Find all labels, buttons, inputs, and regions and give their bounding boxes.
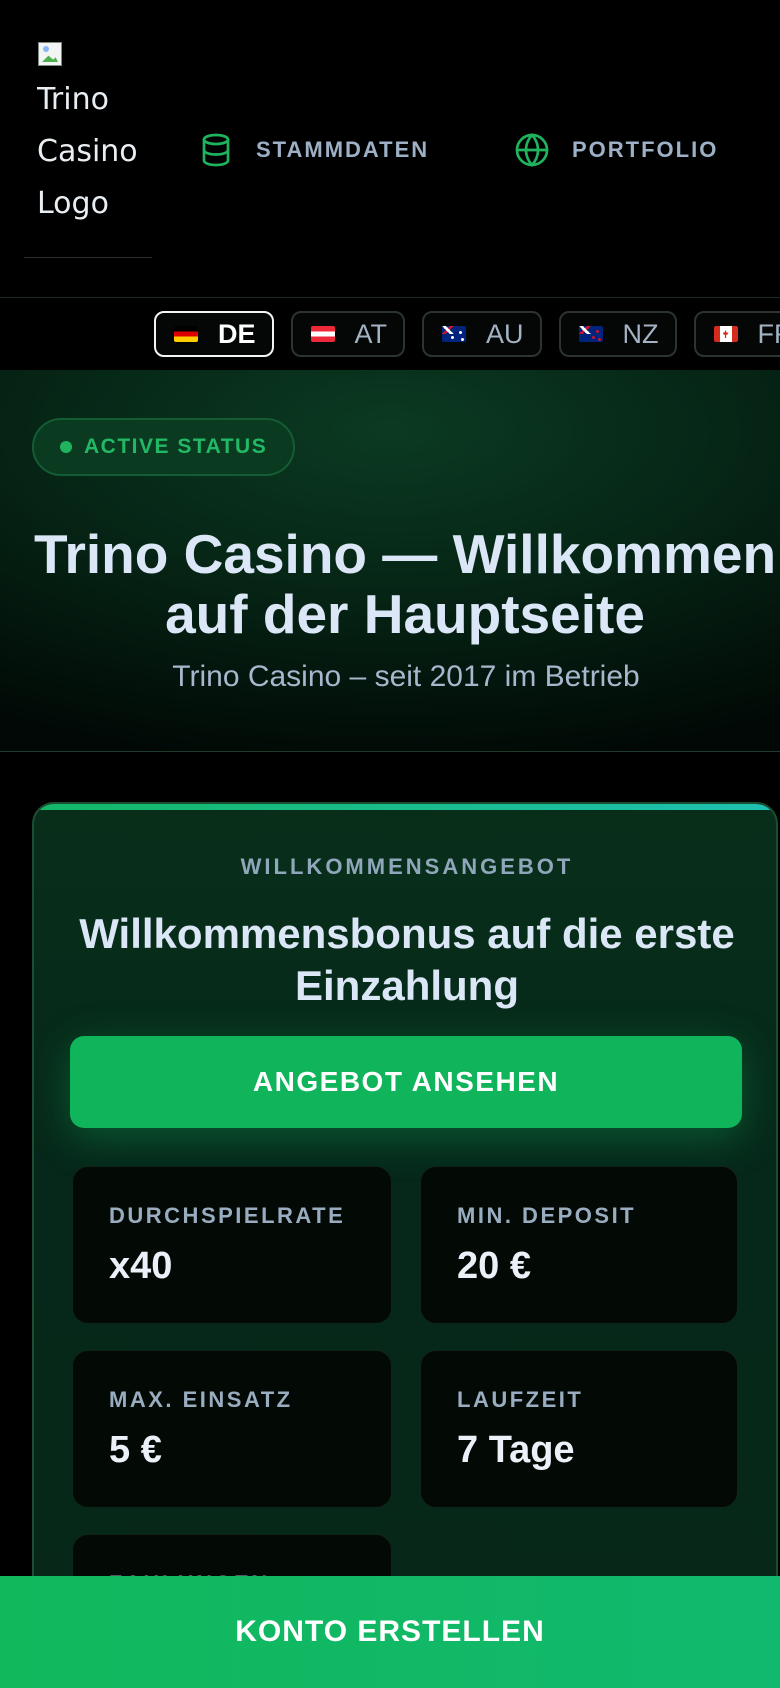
- stat-label: MIN. DEPOSIT: [457, 1203, 637, 1228]
- country-code: AT: [354, 318, 388, 349]
- nav-portfolio-label: PORTFOLIO: [572, 137, 719, 162]
- stat-label: LAUFZEIT: [457, 1387, 584, 1412]
- stat-wagering: DURCHSPIELRATE x40: [72, 1166, 392, 1324]
- broken-image-icon: [36, 40, 68, 72]
- stat-duration: LAUFZEIT 7 Tage: [420, 1350, 738, 1508]
- germany-flag-icon: [174, 326, 198, 342]
- logo-alt-text: Trino Casino Logo: [37, 82, 138, 221]
- page-subtitle: Trino Casino – seit 2017 im Betrieb: [172, 660, 640, 693]
- country-pill-nz[interactable]: NZ: [558, 311, 677, 357]
- site-header: Trino Casino Logo STAMMDATEN PORTFOLIO: [0, 0, 780, 298]
- view-offer-button[interactable]: ANGEBOT ANSEHEN: [70, 1036, 742, 1128]
- country-switcher: DE AT AU NZ FR: [0, 298, 780, 370]
- country-code: NZ: [622, 318, 659, 349]
- country-code: AU: [486, 318, 524, 349]
- new-zealand-flag-icon: [578, 326, 603, 342]
- page-title: Trino Casino — Willkommen auf der Haupts…: [33, 523, 777, 645]
- country-code: DE: [218, 318, 256, 349]
- stat-value: x40: [109, 1245, 173, 1287]
- create-account-label: KONTO ERSTELLEN: [235, 1615, 545, 1648]
- stat-min-deposit: MIN. DEPOSIT 20 €: [420, 1166, 738, 1324]
- stat-label: MAX. EINSATZ: [109, 1387, 293, 1412]
- nav-stammdaten-label: STAMMDATEN: [256, 137, 430, 162]
- country-pill-de[interactable]: DE: [154, 311, 274, 357]
- nav-stammdaten[interactable]: STAMMDATEN: [198, 130, 429, 170]
- austria-flag-icon: [310, 326, 335, 342]
- bonus-title: Willkommensbonus auf die erste Einzahlun…: [79, 910, 735, 1009]
- country-pill-at[interactable]: AT: [290, 311, 406, 357]
- status-text: ACTIVE STATUS: [84, 435, 268, 458]
- country-code: FR: [757, 318, 780, 349]
- country-pill-au[interactable]: AU: [422, 311, 542, 357]
- stat-label: DURCHSPIELRATE: [109, 1203, 346, 1228]
- logo[interactable]: Trino Casino Logo: [24, 38, 152, 258]
- database-icon: [202, 133, 230, 167]
- welcome-bonus-card: WILLKOMMENSANGEBOT Willkommensbonus auf …: [32, 802, 778, 1688]
- australia-flag-icon: [442, 326, 467, 342]
- status-dot-icon: [60, 441, 72, 453]
- stat-value: 20 €: [457, 1245, 531, 1287]
- stat-value: 5 €: [109, 1429, 162, 1471]
- bonus-kicker: WILLKOMMENSANGEBOT: [240, 854, 574, 879]
- stat-value: 7 Tage: [457, 1429, 575, 1471]
- status-badge: ACTIVE STATUS: [32, 418, 296, 476]
- hero-section: ACTIVE STATUS Trino Casino — Willkommen …: [0, 370, 780, 752]
- stat-max-bet: MAX. EINSATZ 5 €: [72, 1350, 392, 1508]
- create-account-button[interactable]: KONTO ERSTELLEN: [0, 1576, 780, 1688]
- nav-portfolio[interactable]: PORTFOLIO: [514, 130, 718, 170]
- canada-flag-icon: [713, 326, 738, 342]
- globe-icon: [515, 133, 549, 167]
- country-pill-fr[interactable]: FR: [693, 311, 780, 357]
